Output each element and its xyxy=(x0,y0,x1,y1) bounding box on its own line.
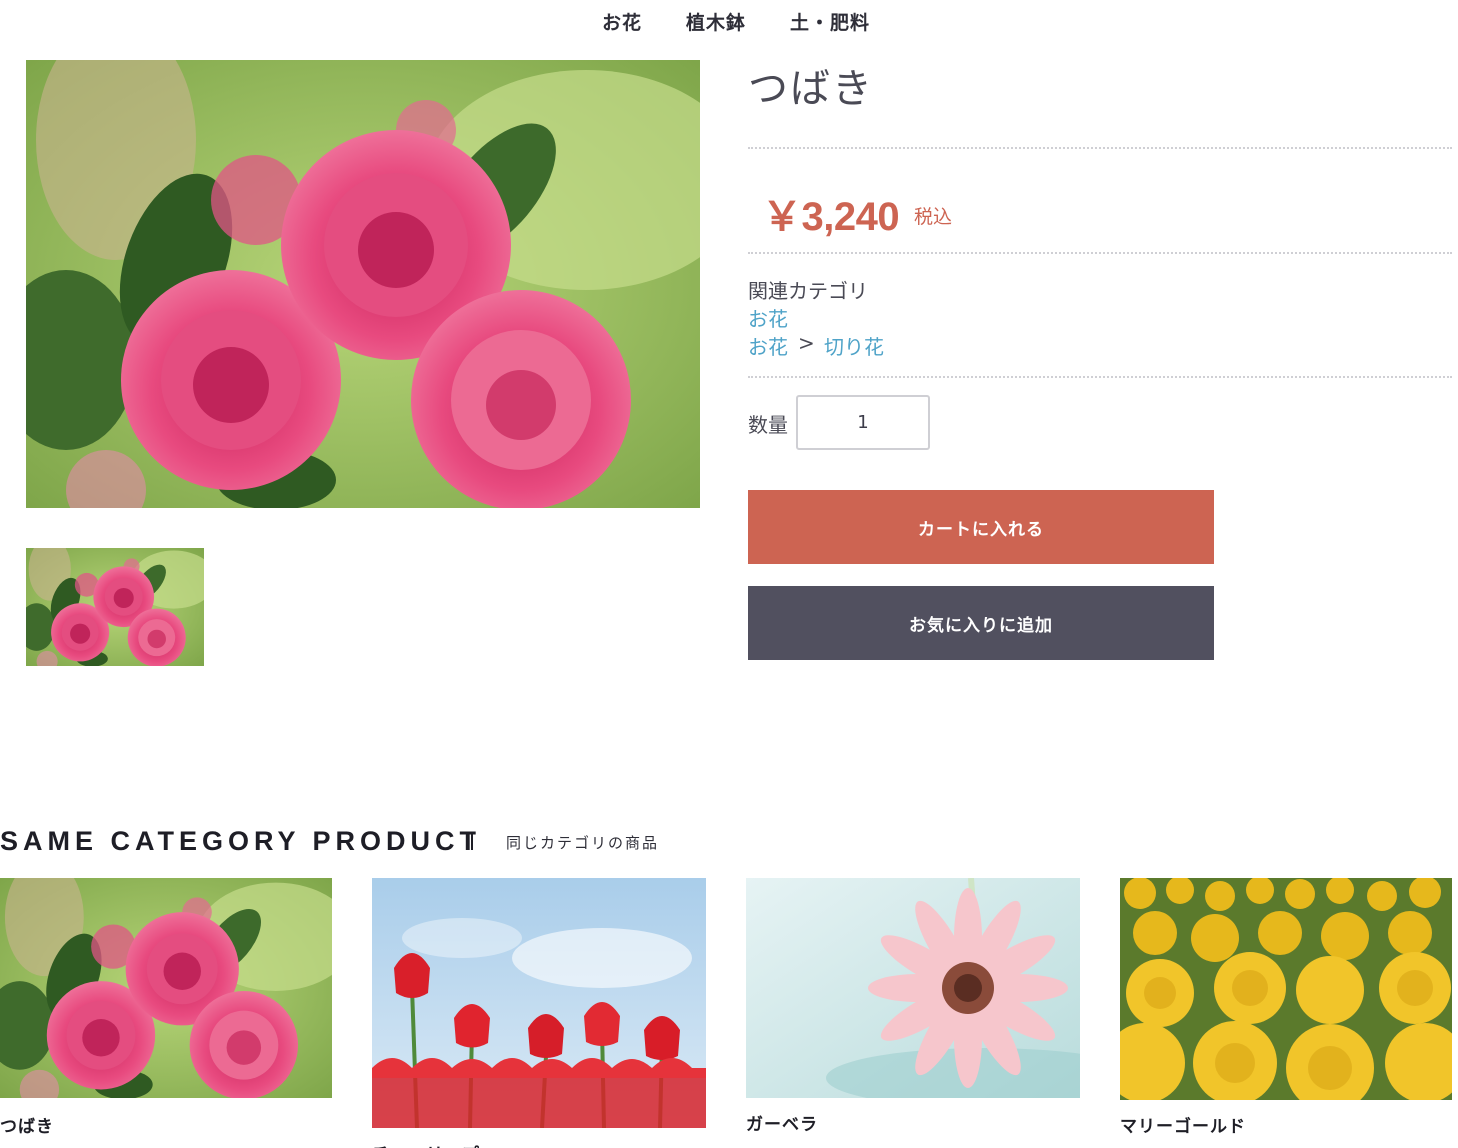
product-card-image xyxy=(1120,878,1452,1100)
related-category-heading: 関連カテゴリ xyxy=(748,279,868,303)
camellia-photo xyxy=(0,878,332,1098)
add-to-favorites-button[interactable]: お気に入りに追加 xyxy=(748,586,1214,660)
nav-item-flowers[interactable]: お花 xyxy=(602,8,642,35)
product-card-image xyxy=(372,878,706,1128)
product-title: つばき xyxy=(748,66,874,112)
breadcrumb-separator: > xyxy=(798,331,815,355)
product-card-marigold[interactable]: マリーゴールド xyxy=(1120,878,1452,1137)
product-card-tulip[interactable]: チューリップ xyxy=(372,878,706,1148)
tax-label: 税込 xyxy=(914,206,953,228)
section-divider xyxy=(471,832,473,850)
nav-item-pots[interactable]: 植木鉢 xyxy=(686,8,746,35)
add-to-cart-button[interactable]: カートに入れる xyxy=(748,490,1214,564)
product-card-image xyxy=(746,878,1080,1098)
marigold-photo xyxy=(1120,878,1452,1100)
category-link-cut-flowers[interactable]: 切り花 xyxy=(824,331,884,360)
product-card-name: ガーベラ xyxy=(746,1115,818,1135)
quantity-input[interactable] xyxy=(796,395,930,450)
nav-item-soil-fertilizer[interactable]: 土・肥料 xyxy=(790,8,870,35)
product-card-image xyxy=(0,878,332,1098)
divider xyxy=(748,147,1452,149)
gerbera-photo xyxy=(746,878,1080,1098)
top-nav: お花 植木鉢 土・肥料 xyxy=(0,8,1458,35)
product-card-camellia[interactable]: つばき xyxy=(0,878,332,1137)
product-price: ￥3,240 xyxy=(762,195,900,239)
camellia-photo xyxy=(26,60,700,508)
section-title: SAME CATEGORY PRODUCT xyxy=(0,826,482,856)
quantity-label: 数量 xyxy=(748,413,788,437)
category-link-flowers-parent[interactable]: お花 xyxy=(748,331,788,360)
product-card-name: つばき xyxy=(0,1117,54,1137)
divider xyxy=(748,376,1452,378)
divider xyxy=(748,252,1452,254)
product-thumbnail[interactable] xyxy=(26,548,204,666)
tulip-photo xyxy=(372,878,706,1128)
product-card-gerbera[interactable]: ガーベラ xyxy=(746,878,1080,1135)
product-card-name: チューリップ xyxy=(372,1140,480,1148)
category-link-flowers[interactable]: お花 xyxy=(748,303,788,332)
product-card-name: マリーゴールド xyxy=(1120,1117,1246,1137)
camellia-thumbnail-photo xyxy=(26,548,204,666)
product-main-image xyxy=(26,60,700,508)
section-subtitle: 同じカテゴリの商品 xyxy=(506,834,660,852)
